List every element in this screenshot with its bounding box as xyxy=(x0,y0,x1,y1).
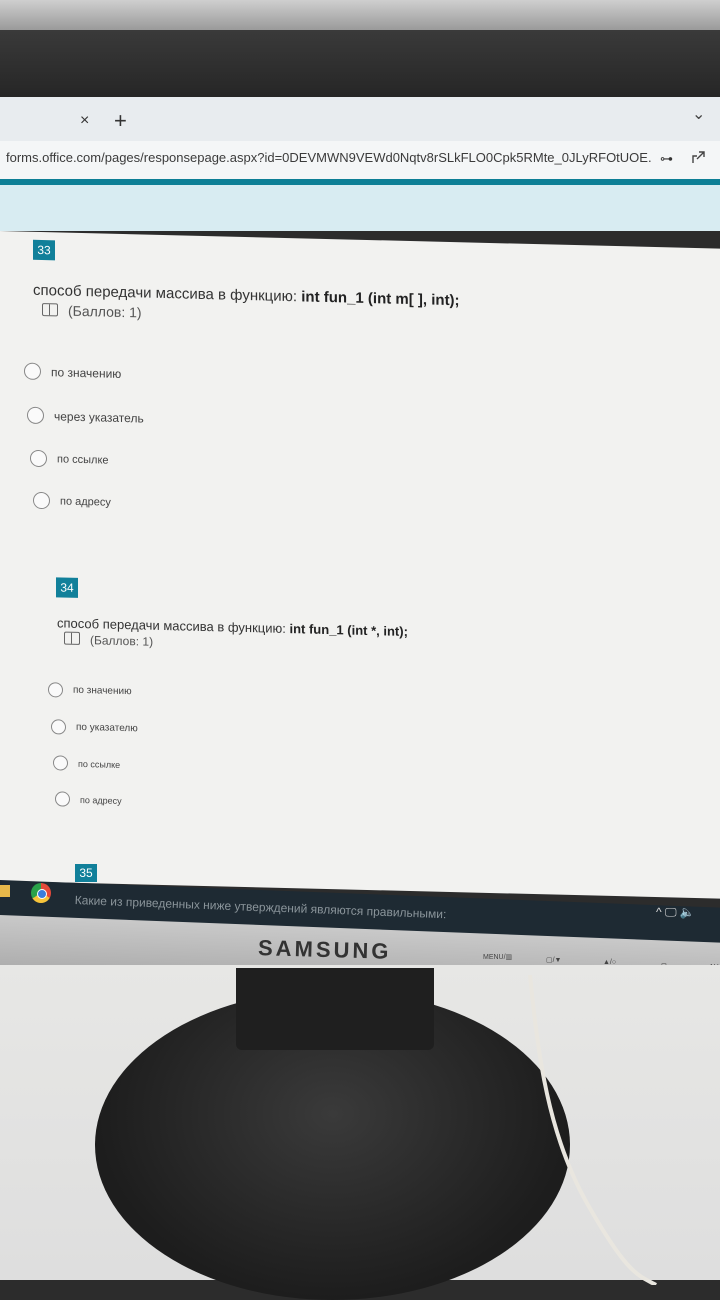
question-number: 34 xyxy=(56,577,78,598)
question-points: (Баллов: 1) xyxy=(64,631,154,649)
question-number: 33 xyxy=(33,239,55,261)
option-radio[interactable]: по значению xyxy=(48,682,132,699)
monitor-bezel-top xyxy=(0,30,720,100)
option-radio[interactable]: по адресу xyxy=(33,491,111,511)
option-radio[interactable]: по указателю xyxy=(51,719,138,736)
radio-icon[interactable] xyxy=(33,491,50,510)
question-code: int fun_1 (int *, int); xyxy=(289,621,408,639)
question-number: 35 xyxy=(75,864,97,882)
option-label: по адресу xyxy=(80,794,122,806)
key-icon[interactable]: ⊶ xyxy=(660,151,673,167)
option-radio[interactable]: по ссылке xyxy=(30,449,109,469)
form-accent-stripe xyxy=(0,179,720,185)
radio-icon[interactable] xyxy=(48,682,63,698)
radio-icon[interactable] xyxy=(24,362,41,381)
browser-tab-bar xyxy=(0,97,720,142)
source-button[interactable]: ▢/▼ xyxy=(546,956,562,964)
radio-icon[interactable] xyxy=(55,791,70,807)
radio-icon[interactable] xyxy=(53,755,68,771)
new-tab-icon[interactable]: + xyxy=(114,108,127,134)
question-points: (Баллов: 1) xyxy=(42,302,142,320)
option-radio[interactable]: через указатель xyxy=(27,406,144,427)
close-tab-icon[interactable]: × xyxy=(80,112,89,130)
option-label: по адресу xyxy=(60,494,111,509)
option-label: через указатель xyxy=(54,408,144,426)
monitor-stand-neck xyxy=(236,968,434,1050)
option-label: по значению xyxy=(73,684,132,698)
immersive-reader-icon[interactable] xyxy=(64,631,80,645)
chrome-icon[interactable] xyxy=(31,883,51,903)
form-header-band xyxy=(0,179,720,231)
radio-icon[interactable] xyxy=(30,449,47,468)
radio-icon[interactable] xyxy=(27,406,44,425)
option-radio[interactable]: по значению xyxy=(24,362,122,382)
option-label: по ссылке xyxy=(78,758,121,770)
form-page: 33 способ передачи массива в функцию: in… xyxy=(0,231,720,899)
chevron-down-icon[interactable]: ⌄ xyxy=(692,104,705,124)
radio-icon[interactable] xyxy=(51,719,66,735)
points-label: (Баллов: 1) xyxy=(68,302,142,321)
monitor-brand-logo: SAMSUNG xyxy=(257,935,392,964)
wall xyxy=(0,0,720,30)
option-radio[interactable]: по ссылке xyxy=(53,755,120,772)
option-label: по ссылке xyxy=(57,452,109,467)
option-label: по значению xyxy=(51,364,122,381)
url-text[interactable]: forms.office.com/pages/responsepage.aspx… xyxy=(6,150,651,165)
immersive-reader-icon[interactable] xyxy=(42,303,58,317)
points-label: (Баллов: 1) xyxy=(90,633,154,649)
cable xyxy=(528,975,657,1285)
menu-button[interactable]: MENU/▥ xyxy=(483,953,512,961)
option-radio[interactable]: по адресу xyxy=(55,791,122,808)
folder-icon[interactable] xyxy=(0,885,10,897)
option-label: по указателю xyxy=(76,721,138,735)
share-icon[interactable] xyxy=(692,150,706,164)
question-code: int fun_1 (int m[ ], int); xyxy=(301,288,460,310)
system-tray[interactable]: ^ 🖵 🔈 xyxy=(656,905,695,920)
